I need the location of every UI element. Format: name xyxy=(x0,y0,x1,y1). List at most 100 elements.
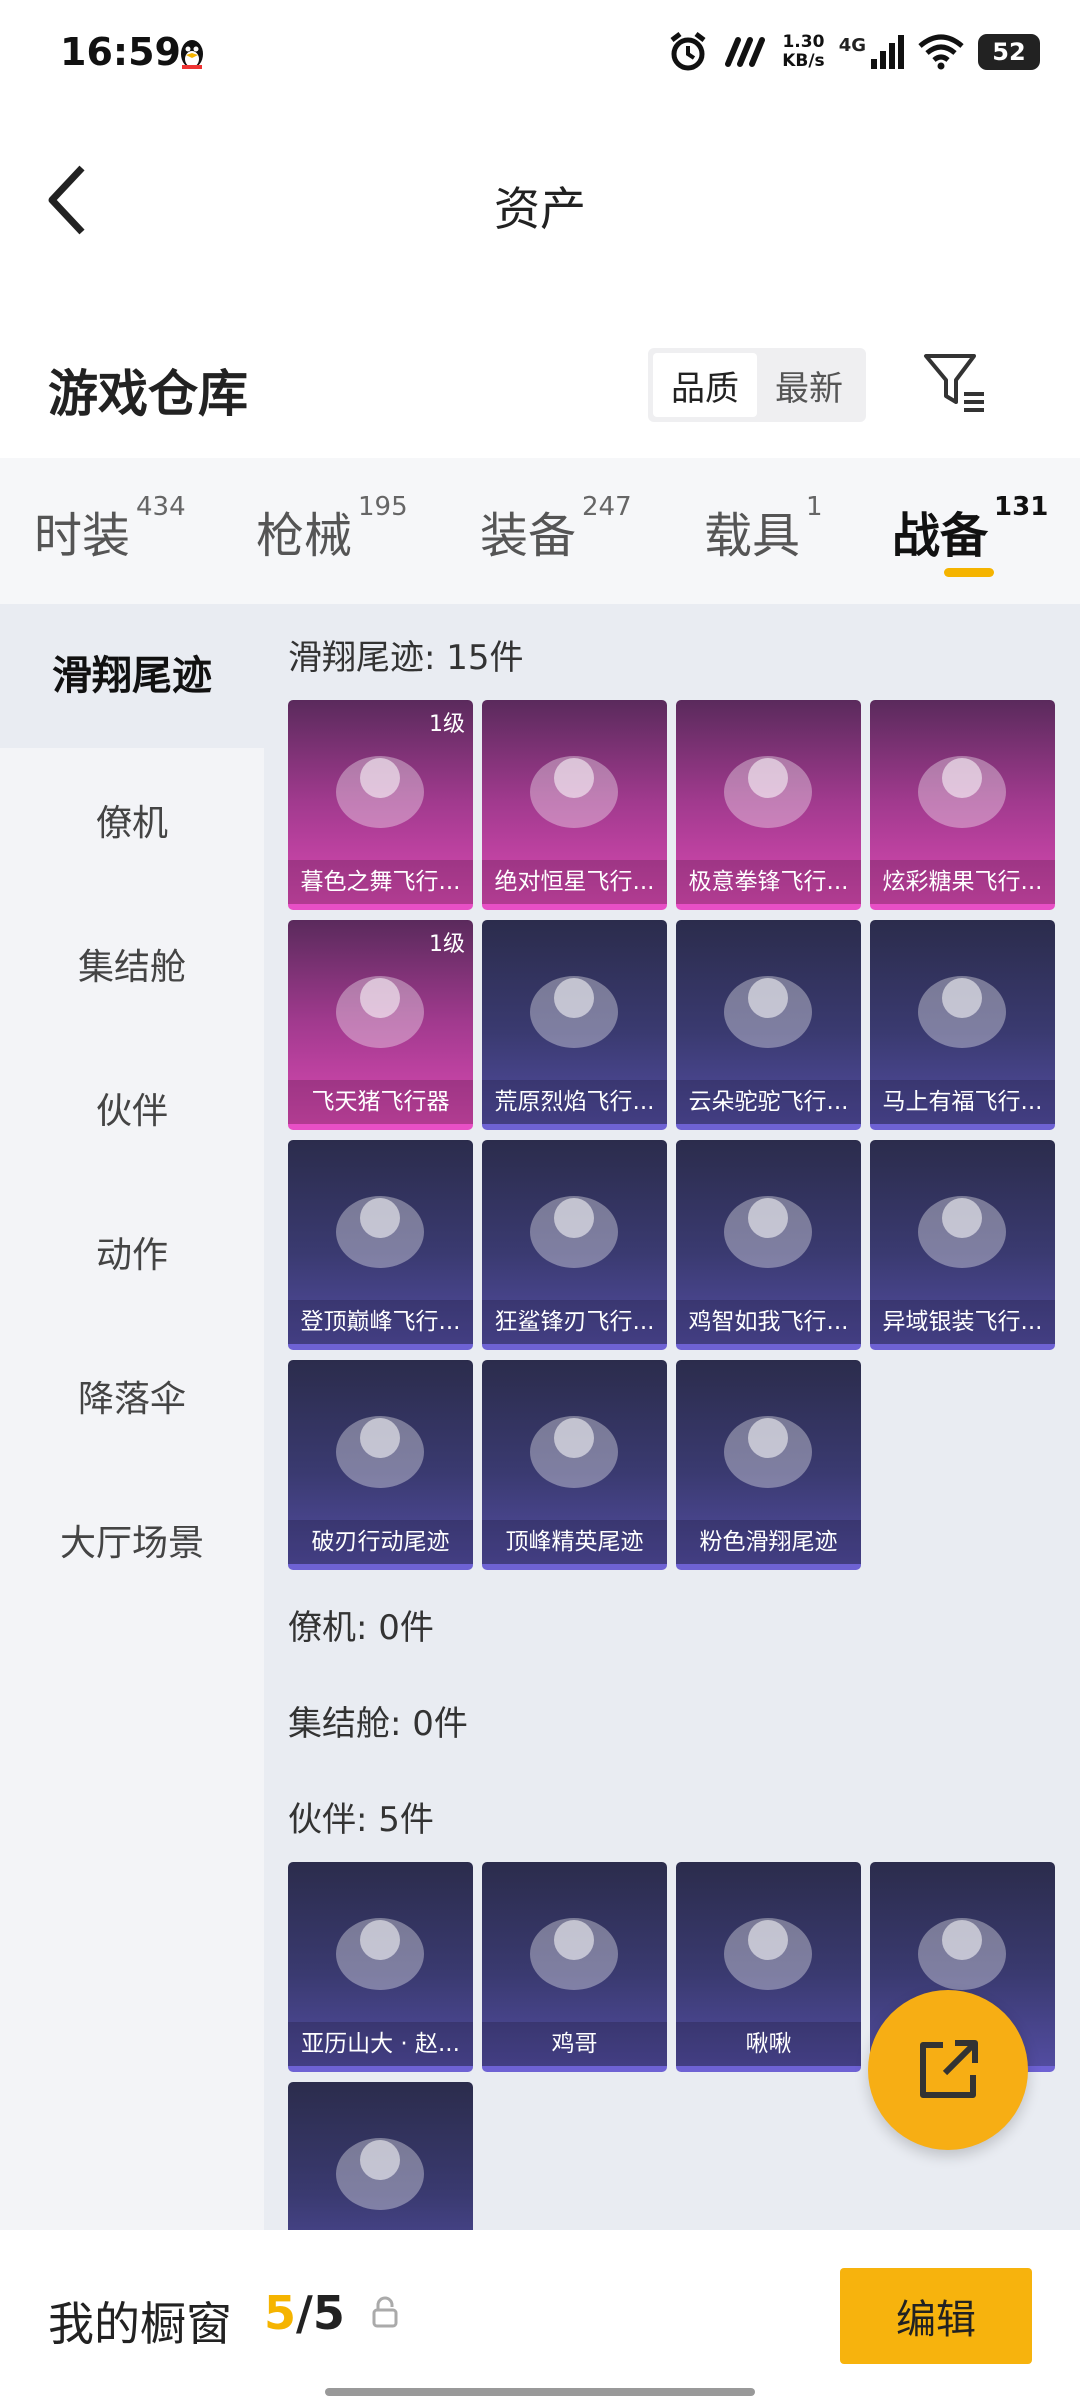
sidebar-item-parachute[interactable]: 降落伞 xyxy=(0,1370,264,1422)
item-name: 亚历山大 · 赵... xyxy=(288,2022,473,2066)
share-icon xyxy=(920,2040,978,2098)
item-name: 绝对恒星飞行... xyxy=(482,860,667,904)
showcase-label: 我的橱窗 xyxy=(48,2297,232,2351)
item-card[interactable]: 亚历山大 · 赵... xyxy=(288,1862,473,2072)
status-time: 16:59 xyxy=(60,30,181,74)
showcase-count: 5/5 xyxy=(264,2286,345,2340)
sidebar-item-wingman[interactable]: 僚机 xyxy=(0,794,264,846)
item-card[interactable]: 1级飞天猪飞行器 xyxy=(288,920,473,1130)
warehouse-title: 游戏仓库 xyxy=(48,365,248,423)
nfc-icon xyxy=(725,37,766,67)
filter-icon[interactable] xyxy=(922,350,988,416)
lock-icon xyxy=(372,2296,398,2328)
tab-firearms[interactable]: 枪械195 xyxy=(256,492,408,566)
cell-signal-icon: 4G xyxy=(839,35,904,69)
sidebar-item-companion[interactable]: 伙伴 xyxy=(0,1082,264,1134)
wifi-icon xyxy=(918,34,964,70)
qq-penguin-icon xyxy=(181,40,203,69)
helmet-chick-companion-icon xyxy=(336,2138,424,2210)
item-card[interactable]: 登顶巅峰飞行... xyxy=(288,1140,473,1350)
item-card[interactable]: 粉色滑翔尾迹 xyxy=(676,1360,861,1570)
status-bar: 16:59 1.30 KB/s 4G 52 xyxy=(0,0,1080,115)
nav-header: 资产 xyxy=(0,115,1080,275)
red-glider-icon xyxy=(336,756,424,828)
item-name: 狂鲨锋刃飞行... xyxy=(482,1300,667,1344)
sort-toggle: 品质 最新 xyxy=(648,348,866,422)
item-card[interactable]: 异域银装飞行... xyxy=(870,1140,1055,1350)
pink-trail-icon xyxy=(724,1416,812,1488)
item-level-badge: 1级 xyxy=(429,932,465,957)
candy-glider-icon xyxy=(918,756,1006,828)
sidebar-item-emote[interactable]: 动作 xyxy=(0,1226,264,1278)
item-card[interactable]: 炫彩糖果飞行... xyxy=(870,700,1055,910)
blue-trail-icon xyxy=(530,1416,618,1488)
pig-glider-icon xyxy=(336,976,424,1048)
tab-equipment[interactable]: 装备247 xyxy=(480,492,632,566)
teal-wing-glider-icon xyxy=(918,1196,1006,1268)
item-card[interactable]: 破刃行动尾迹 xyxy=(288,1360,473,1570)
item-name: 粉色滑翔尾迹 xyxy=(676,1520,861,1564)
item-card[interactable]: 马上有福飞行... xyxy=(870,920,1055,1130)
network-speed: 1.30 KB/s xyxy=(782,32,825,71)
item-name: 炫彩糖果飞行... xyxy=(870,860,1055,904)
item-name: 暮色之舞飞行... xyxy=(288,860,473,904)
item-name: 云朵驼驼飞行... xyxy=(676,1080,861,1124)
item-level-badge: 1级 xyxy=(429,712,465,737)
item-name: 顶峰精英尾迹 xyxy=(482,1520,667,1564)
tab-vehicles[interactable]: 载具1 xyxy=(704,492,823,566)
rooster-companion-icon xyxy=(530,1918,618,1990)
item-card[interactable]: 极意拳锋飞行... xyxy=(676,700,861,910)
section-title-companion: 伙伴: 5件 xyxy=(288,1800,434,1840)
item-card[interactable]: 荒原烈焰飞行... xyxy=(482,920,667,1130)
tiger-companion-icon xyxy=(336,1918,424,1990)
sidebar-item-assembly-pod[interactable]: 集结舱 xyxy=(0,938,264,990)
item-card[interactable]: 顶峰精英尾迹 xyxy=(482,1360,667,1570)
item-name: 啾啾 xyxy=(676,2022,861,2066)
chicken-glider-icon xyxy=(724,1196,812,1268)
item-name: 鸡哥 xyxy=(482,2022,667,2066)
category-tabs: 时装434 枪械195 装备247 载具1 战备131 xyxy=(0,458,1080,604)
elephant-glider-icon xyxy=(724,756,812,828)
sidebar-item-glider-trail[interactable]: 滑翔尾迹 xyxy=(0,604,264,748)
sort-quality-button[interactable]: 品质 xyxy=(653,353,757,417)
section-title-glider-trail: 滑翔尾迹: 15件 xyxy=(288,638,524,678)
item-card[interactable]: 鸡哥 xyxy=(482,1862,667,2072)
item-name: 破刃行动尾迹 xyxy=(288,1520,473,1564)
item-card[interactable]: 啾啾 xyxy=(676,1862,861,2072)
alarm-icon xyxy=(670,32,706,71)
item-card[interactable] xyxy=(288,2082,473,2230)
item-card[interactable]: 云朵驼驼飞行... xyxy=(676,920,861,1130)
item-card[interactable]: 鸡智如我飞行... xyxy=(676,1140,861,1350)
active-tab-indicator xyxy=(944,568,994,577)
item-name: 登顶巅峰飞行... xyxy=(288,1300,473,1344)
rainbow-trail-icon xyxy=(336,1416,424,1488)
sidebar: 滑翔尾迹 僚机 集结舱 伙伴 动作 降落伞 大厅场景 xyxy=(0,604,264,2230)
sort-newest-button[interactable]: 最新 xyxy=(757,353,861,417)
alpaca-glider-icon xyxy=(724,976,812,1048)
item-name: 鸡智如我飞行... xyxy=(676,1300,861,1344)
item-name: 飞天猪飞行器 xyxy=(288,1080,473,1124)
section-title-wingman: 僚机: 0件 xyxy=(288,1608,434,1648)
item-card[interactable]: 绝对恒星飞行... xyxy=(482,700,667,910)
battery-icon: 52 xyxy=(978,34,1040,70)
pink-bird-companion-icon xyxy=(724,1918,812,1990)
page-title: 资产 xyxy=(494,182,586,236)
shark-glider-icon xyxy=(530,1196,618,1268)
jet-glider-icon xyxy=(336,1196,424,1268)
item-name: 荒原烈焰飞行... xyxy=(482,1080,667,1124)
item-name: 极意拳锋飞行... xyxy=(676,860,861,904)
home-indicator xyxy=(325,2388,755,2396)
tab-war-gear[interactable]: 战备131 xyxy=(892,492,1048,566)
section-title-assembly-pod: 集结舱: 0件 xyxy=(288,1704,468,1744)
showcase-bar: 我的橱窗 5/5 编辑 xyxy=(0,2230,1080,2400)
edit-button[interactable]: 编辑 xyxy=(840,2268,1032,2364)
item-card[interactable]: 狂鲨锋刃飞行... xyxy=(482,1140,667,1350)
item-name: 马上有福飞行... xyxy=(870,1080,1055,1124)
item-card[interactable]: 1级暮色之舞飞行... xyxy=(288,700,473,910)
sidebar-item-lobby-scene[interactable]: 大厅场景 xyxy=(0,1514,264,1566)
share-button[interactable] xyxy=(868,1990,1028,2150)
item-list: 滑翔尾迹: 15件 1级 暮色之舞飞行... 绝对恒星飞行... 极意拳锋飞行... 炫… xyxy=(264,604,1080,2230)
tab-outfits[interactable]: 时装434 xyxy=(34,492,186,566)
item-name: 异域银装飞行... xyxy=(870,1300,1055,1344)
pink-planet-glider-icon xyxy=(530,756,618,828)
